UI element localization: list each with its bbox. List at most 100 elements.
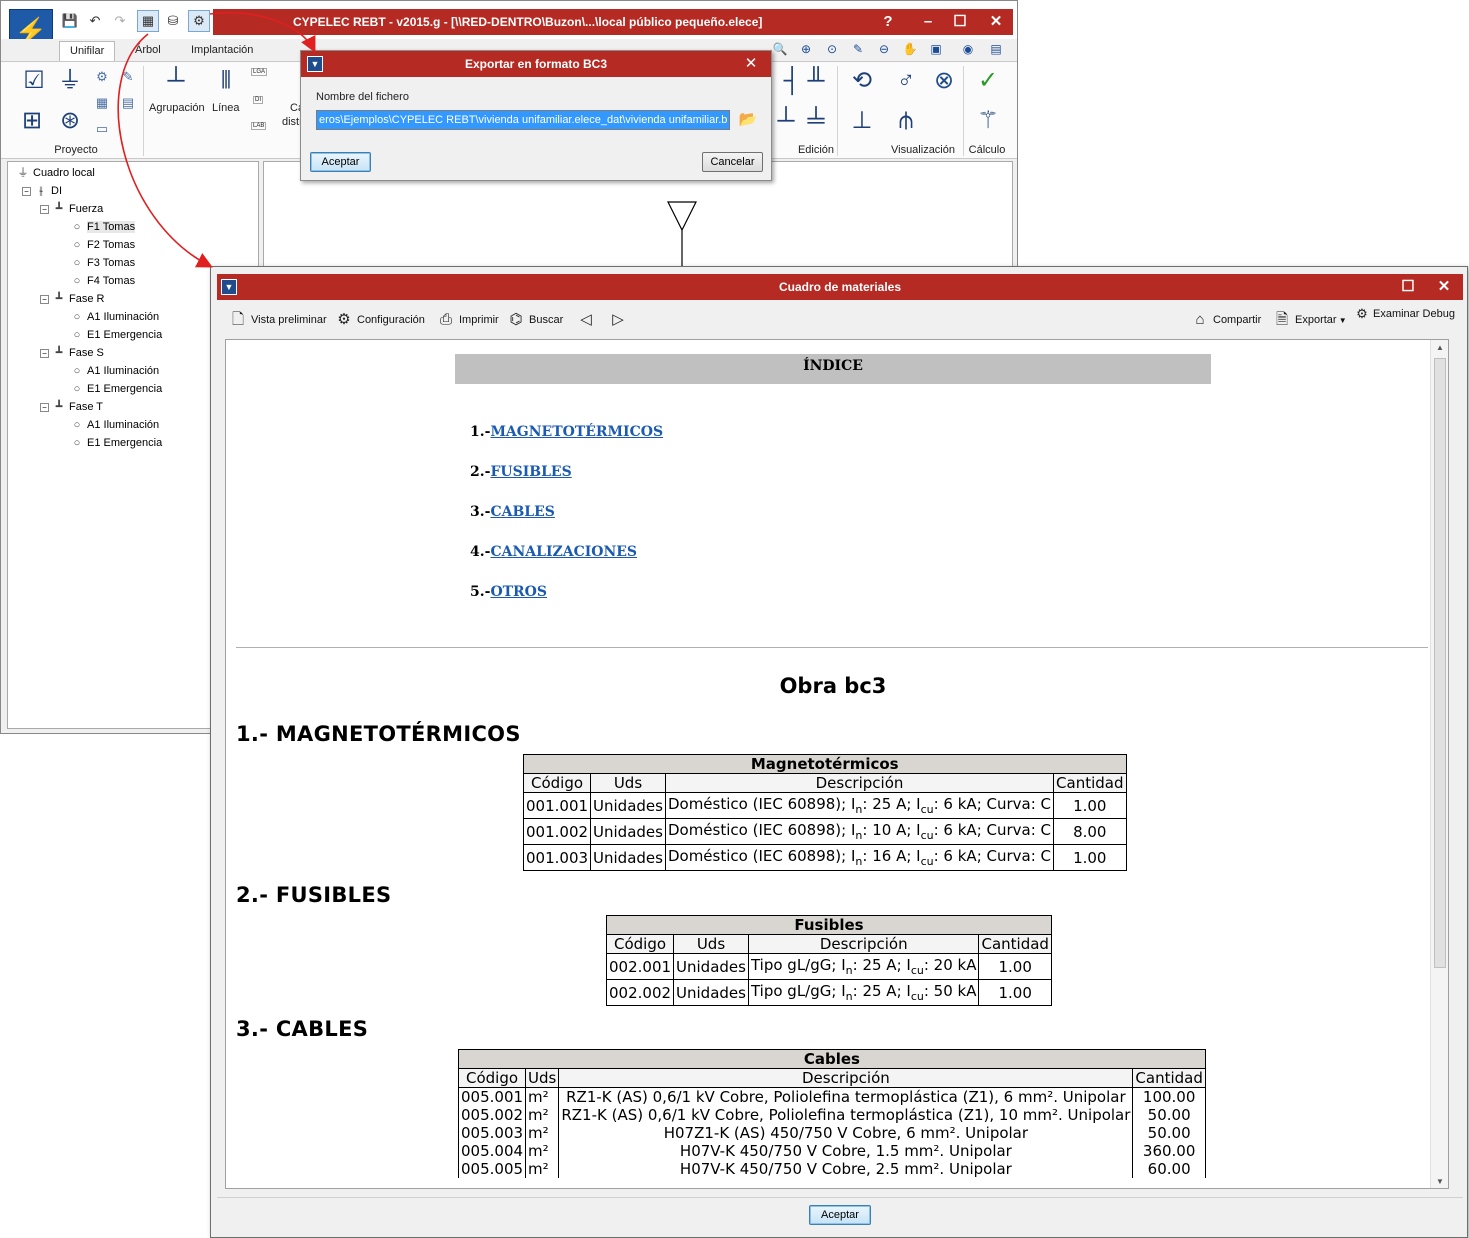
tree-item[interactable]: − ⫳ DI	[22, 182, 62, 200]
debug-button[interactable]: ⚙ Examinar Debug	[1355, 303, 1455, 325]
collapse-icon[interactable]: −	[40, 402, 49, 412]
index-link[interactable]: CABLES	[490, 504, 554, 520]
dialog-close-icon[interactable]: ✕	[739, 51, 763, 77]
tree-item[interactable]: ○ E1 Emergencia	[70, 380, 163, 398]
cancel-circle-icon[interactable]: ⊗	[929, 66, 959, 96]
line-icon[interactable]: ⫴	[211, 66, 241, 96]
tab-arbol[interactable]: Árbol	[125, 41, 171, 61]
checklist-icon[interactable]: ☑	[19, 66, 49, 96]
preview-button[interactable]: 🗋 Vista preliminar	[229, 309, 327, 331]
tree-item[interactable]: ○ E1 Emergencia	[70, 434, 163, 452]
scroll-up-icon[interactable]: ▲	[1431, 340, 1448, 356]
share-button[interactable]: ⌂ Compartir	[1191, 309, 1261, 331]
redo-icon[interactable]: ↷	[109, 10, 131, 32]
check-verify-icon[interactable]: ✓	[973, 66, 1003, 96]
view-branches-icon[interactable]: ⫛	[891, 106, 921, 136]
collapse-icon[interactable]: −	[40, 348, 49, 358]
settings-icon[interactable]: ⚙	[188, 10, 210, 32]
di-tag[interactable]: DI	[253, 96, 263, 104]
undo-icon[interactable]: ↶	[84, 10, 106, 32]
scroll-thumb[interactable]	[1434, 358, 1446, 968]
tree-item[interactable]: − ┻ Fuerza	[40, 200, 103, 218]
zoom-icon[interactable]: 🔍	[771, 40, 789, 58]
zoom-out-icon[interactable]: ⊖	[875, 40, 893, 58]
tree-item-label: Cuadro local	[33, 167, 95, 179]
tree-item[interactable]: ○ F1 Tomas	[70, 218, 136, 236]
project-tree-icon[interactable]: ⊞	[17, 106, 47, 136]
tree-item[interactable]: ○ F4 Tomas	[70, 272, 135, 290]
view-node-icon[interactable]: ♂	[891, 66, 921, 96]
collapse-icon[interactable]: −	[40, 204, 49, 214]
index-link[interactable]: MAGNETOTÉRMICOS	[490, 424, 663, 440]
magic-wand-icon[interactable]: ⚚	[973, 106, 1003, 136]
document-icon[interactable]: ▭	[93, 120, 111, 138]
maximize-icon[interactable]: ☐	[945, 9, 975, 35]
filter-icon[interactable]: ⏚	[55, 66, 85, 96]
globe-icon[interactable]: ◉	[959, 40, 977, 58]
power-source-icon[interactable]: ⊛	[55, 106, 85, 136]
tree-item[interactable]: ○ A1 Iluminación	[70, 362, 159, 380]
book-icon[interactable]: ▤	[987, 40, 1005, 58]
materials-footer: Aceptar	[217, 1197, 1463, 1233]
linea-label[interactable]: Línea	[212, 102, 240, 114]
view-rotate-icon[interactable]: ⟲	[847, 66, 877, 96]
tree-item[interactable]: ○ A1 Iluminación	[70, 308, 159, 326]
table-small-icon[interactable]: ▤	[119, 94, 137, 112]
cancel-button[interactable]: Cancelar	[702, 152, 763, 172]
zoom-window-icon[interactable]: ⊙	[823, 40, 841, 58]
tab-implantacion[interactable]: Implantación	[181, 41, 263, 61]
minimize-icon[interactable]: –	[913, 9, 943, 35]
cell-qty: 1.00	[1053, 844, 1127, 871]
grouping-icon[interactable]: ┴	[161, 66, 191, 96]
scroll-down-icon[interactable]: ▼	[1431, 1174, 1448, 1188]
agrupacion-label[interactable]: Agrupación	[149, 102, 205, 114]
export-button[interactable]: 🗎 Exportar ▼	[1273, 309, 1347, 331]
materials-icon[interactable]: ⛁	[162, 10, 184, 32]
report-view[interactable]: ÍNDICE 1.-MAGNETOTÉRMICOS 2.-FUSIBLES 3.-C…	[225, 339, 1449, 1189]
tab-unifilar[interactable]: Unifilar	[59, 41, 116, 61]
pencil-icon[interactable]: ✎	[849, 40, 867, 58]
accept-button[interactable]: Aceptar	[310, 152, 371, 172]
tree-item[interactable]: − ┻ Fase R	[40, 290, 104, 308]
config-button[interactable]: ⚙ Configuración	[335, 309, 425, 331]
print-button[interactable]: ⎙ Imprimir	[437, 309, 499, 331]
pan-hand-icon[interactable]: ✋	[901, 40, 919, 58]
tree-item[interactable]: ○ A1 Iluminación	[70, 416, 159, 434]
print-preview-icon[interactable]: ▣	[927, 40, 945, 58]
close-icon[interactable]: ✕	[1429, 274, 1459, 300]
folder-browse-icon[interactable]: 📂	[737, 109, 759, 131]
triangle-left-icon: ◁	[580, 311, 592, 328]
close-icon[interactable]: ✕	[981, 9, 1011, 35]
collapse-icon[interactable]: −	[22, 186, 31, 196]
tree-item[interactable]: ○ F3 Tomas	[70, 254, 135, 272]
edit-small-icon[interactable]: ✎	[119, 68, 137, 86]
edit-copy-icon[interactable]: ╧	[801, 106, 831, 136]
tree-item[interactable]: − ┻ Fase S	[40, 344, 104, 362]
lab-tag[interactable]: LAB	[251, 122, 267, 130]
maximize-icon[interactable]: ☐	[1393, 274, 1423, 300]
index-link[interactable]: CANALIZACIONES	[490, 544, 637, 560]
tree-item[interactable]: − ┻ Fase T	[40, 398, 103, 416]
tree-item[interactable]: ○ E1 Emergencia	[70, 326, 163, 344]
next-button[interactable]: ▷	[609, 309, 631, 331]
view-ground-icon[interactable]: ⊥	[847, 106, 877, 136]
search-button[interactable]: ⌬ Buscar	[507, 309, 563, 331]
edit-join-icon[interactable]: ╨	[801, 66, 831, 96]
vertical-scrollbar[interactable]: ▲ ▼	[1430, 340, 1448, 1188]
index-link[interactable]: OTROS	[490, 584, 547, 600]
index-link[interactable]: FUSIBLES	[490, 464, 571, 480]
edit-move-icon[interactable]: ┴	[771, 106, 801, 136]
save-icon[interactable]: 💾	[59, 10, 81, 32]
tree-item[interactable]: ⏚ Cuadro local	[16, 164, 95, 182]
filename-input[interactable]	[316, 110, 730, 130]
gear-small-icon[interactable]: ⚙	[93, 68, 111, 86]
prev-button[interactable]: ◁	[577, 309, 599, 331]
zoom-all-icon[interactable]: ⊕	[797, 40, 815, 58]
calculator-icon[interactable]: ▦	[93, 94, 111, 112]
collapse-icon[interactable]: −	[40, 294, 49, 304]
export-bc3-icon[interactable]: ▦	[137, 10, 159, 32]
lga-tag[interactable]: LGA	[251, 68, 268, 76]
accept-button[interactable]: Aceptar	[809, 1205, 871, 1225]
help-button[interactable]: ?	[873, 9, 903, 35]
tree-item[interactable]: ○ F2 Tomas	[70, 236, 135, 254]
